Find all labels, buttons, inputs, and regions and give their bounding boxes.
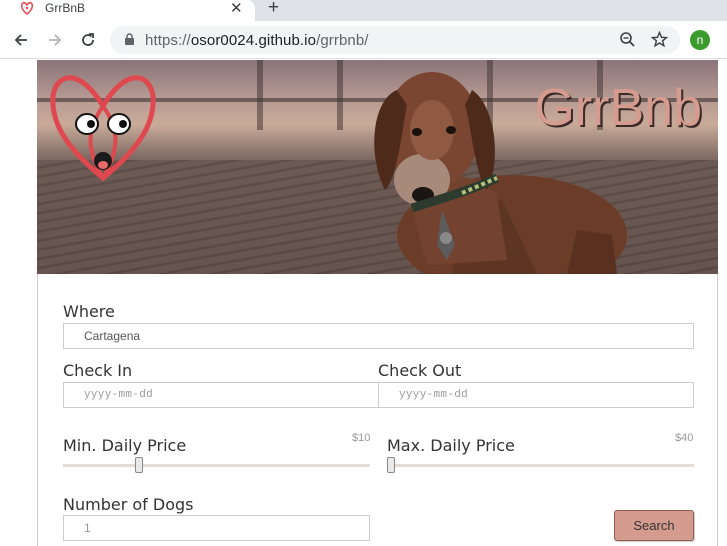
grrbnb-logo-icon	[50, 75, 156, 182]
tab-title: GrrBnB	[45, 1, 86, 15]
checkout-label: Check Out	[378, 361, 462, 380]
max-price-value: $40	[675, 432, 694, 444]
back-button[interactable]	[9, 28, 33, 52]
search-form: Where Cartagena Check In yyyy-mm-dd Chec…	[37, 274, 718, 546]
min-price-slider-track[interactable]	[63, 464, 370, 467]
reload-icon	[82, 33, 94, 46]
url-host: osor0024.github.io	[190, 32, 317, 49]
where-label: Where	[63, 302, 115, 321]
min-price-label: Min. Daily Price	[63, 436, 187, 455]
grrbnb-favicon-icon	[20, 1, 34, 15]
hero-background-post	[257, 60, 263, 130]
page-content: GrrBnb Where Cartagena Check In yyyy-mm-…	[0, 60, 727, 546]
address-bar[interactable]: https://osor0024.github.io/grrbnb/	[110, 26, 680, 54]
checkin-input[interactable]: yyyy-mm-dd	[63, 382, 379, 408]
url-scheme: https://	[145, 32, 191, 49]
back-icon	[14, 34, 27, 46]
lock-icon	[125, 33, 134, 45]
hero-banner: GrrBnb	[37, 60, 718, 274]
brand-title: GrrBnb	[534, 79, 702, 137]
min-price-slider-thumb[interactable]	[134, 457, 143, 473]
url-path: /grrbnb/	[316, 32, 369, 49]
tab-grrbnb[interactable]: GrrBnB ✕	[0, 0, 255, 21]
forward-icon	[49, 34, 62, 46]
search-button[interactable]: Search	[614, 510, 694, 541]
dogs-label: Number of Dogs	[63, 495, 194, 514]
browser-toolbar: https://osor0024.github.io/grrbnb/ n	[0, 21, 727, 59]
profile-avatar[interactable]: n	[690, 30, 710, 50]
checkout-input[interactable]: yyyy-mm-dd	[378, 382, 694, 408]
reload-button[interactable]	[76, 28, 100, 52]
tab-strip: GrrBnB ✕ +	[0, 0, 727, 21]
forward-button[interactable]	[43, 28, 67, 52]
url-text: https://osor0024.github.io/grrbnb/	[145, 32, 369, 49]
checkin-label: Check In	[63, 361, 133, 380]
tab-close-button[interactable]: ✕	[230, 0, 243, 17]
max-price-label: Max. Daily Price	[387, 436, 515, 455]
max-price-slider-track[interactable]	[387, 464, 694, 467]
star-icon[interactable]	[651, 31, 668, 48]
new-tab-button[interactable]: +	[268, 0, 279, 19]
min-price-value: $10	[352, 432, 371, 444]
where-input[interactable]: Cartagena	[63, 323, 694, 349]
dogs-input[interactable]: 1	[63, 515, 370, 541]
max-price-slider-thumb[interactable]	[387, 457, 395, 473]
zoom-icon[interactable]	[619, 31, 636, 48]
